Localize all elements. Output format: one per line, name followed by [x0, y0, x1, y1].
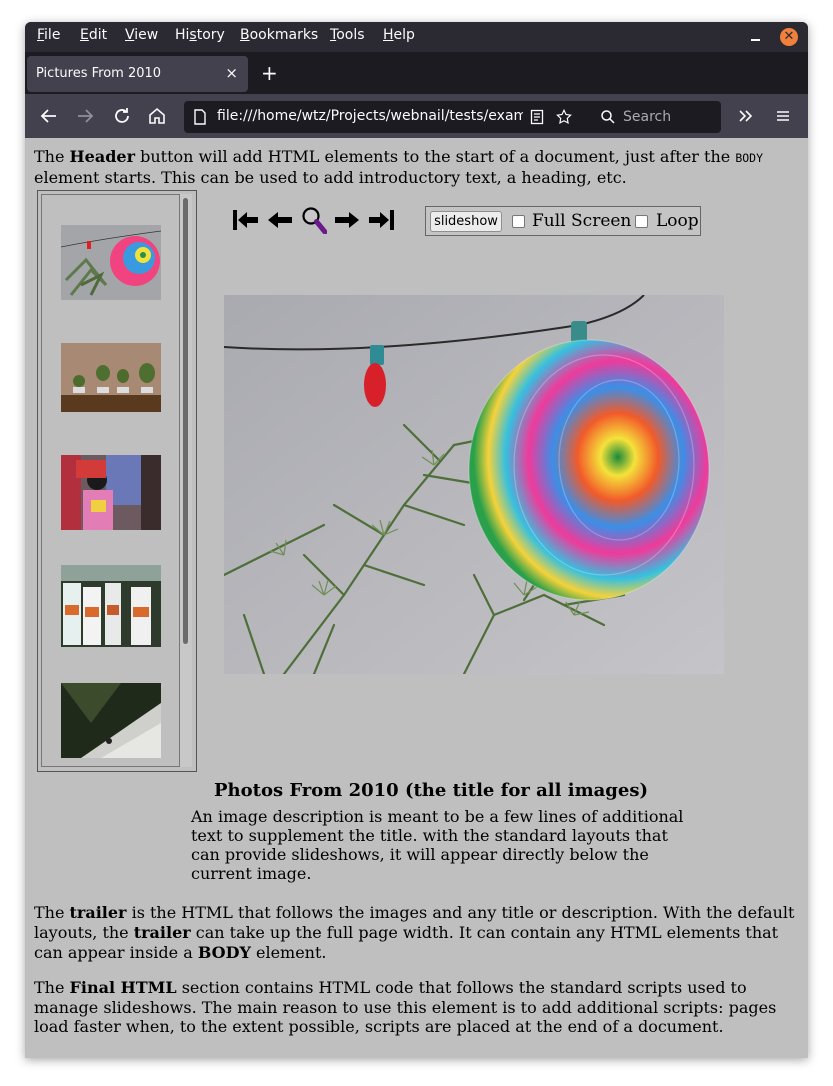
- thumbnail-panel: [37, 190, 197, 772]
- final-html-paragraph: The Final HTML section contains HTML cod…: [34, 978, 777, 1036]
- menu-bookmarks[interactable]: Bookmarks: [240, 27, 318, 43]
- hamburger-menu-icon[interactable]: [771, 104, 795, 128]
- fullscreen-label: Full Screen: [532, 211, 632, 231]
- forward-icon[interactable]: [73, 104, 97, 128]
- slideshow-controls: slideshow Full Screen Loop: [425, 206, 701, 236]
- thumbnail-dancers[interactable]: [61, 565, 161, 647]
- slideshow-button[interactable]: slideshow: [430, 211, 502, 232]
- thumbnail-lantern[interactable]: [61, 225, 161, 300]
- reload-icon[interactable]: [110, 104, 134, 128]
- thumbnail-list[interactable]: [41, 194, 180, 767]
- loop-checkbox[interactable]: [635, 215, 648, 228]
- header-paragraph: The Header button will add HTML elements…: [34, 147, 764, 187]
- menu-tools[interactable]: Tools: [330, 27, 365, 43]
- search-bar[interactable]: Search: [592, 101, 721, 133]
- overflow-chevron-icon[interactable]: [734, 104, 758, 128]
- image-title: Photos From 2010 (the title for all imag…: [214, 780, 648, 801]
- home-icon[interactable]: [145, 104, 169, 128]
- thumbnail-bonsai[interactable]: [61, 343, 161, 412]
- menu-help[interactable]: Help: [383, 27, 415, 43]
- thumbnail-scrollbar[interactable]: [180, 194, 192, 767]
- thumbnail-festival-child[interactable]: [61, 455, 161, 530]
- tab-pictures-2010[interactable]: Pictures From 2010 ×: [27, 56, 248, 92]
- page-content: The Header button will add HTML elements…: [25, 138, 808, 1058]
- tab-close-icon[interactable]: ×: [225, 64, 238, 82]
- bookmark-star-icon[interactable]: [555, 108, 573, 126]
- tab-title: Pictures From 2010: [36, 66, 162, 81]
- url-text[interactable]: file:///home/wtz/Projects/webnail/tests/…: [217, 108, 523, 124]
- loop-label: Loop: [656, 211, 699, 231]
- fullscreen-checkbox[interactable]: [512, 215, 525, 228]
- back-icon[interactable]: [37, 104, 61, 128]
- menu-edit[interactable]: Edit: [80, 27, 107, 43]
- minimize-icon[interactable]: [747, 26, 763, 46]
- main-image-lantern[interactable]: [224, 295, 724, 674]
- search-placeholder: Search: [623, 109, 672, 125]
- browser-window: File Edit View History Bookmarks Tools H…: [25, 22, 808, 1058]
- menu-history[interactable]: History: [175, 27, 225, 43]
- search-icon: [601, 110, 615, 124]
- menu-bar: File Edit View History Bookmarks Tools H…: [25, 22, 808, 52]
- first-image-icon[interactable]: [232, 208, 260, 232]
- previous-image-icon[interactable]: [267, 208, 293, 232]
- url-bar[interactable]: file:///home/wtz/Projects/webnail/tests/…: [184, 101, 602, 133]
- scrollbar-thumb[interactable]: [183, 198, 188, 644]
- page-icon: [194, 109, 206, 125]
- window-close-icon[interactable]: ✕: [780, 28, 798, 46]
- new-tab-button[interactable]: +: [261, 61, 278, 85]
- last-image-icon[interactable]: [367, 208, 395, 232]
- menu-view[interactable]: View: [125, 27, 158, 43]
- reader-view-icon[interactable]: [530, 109, 544, 125]
- trailer-paragraph: The trailer is the HTML that follows the…: [34, 903, 795, 962]
- menu-file[interactable]: File: [37, 27, 60, 43]
- zoom-magnifier-icon[interactable]: [301, 206, 327, 234]
- next-image-icon[interactable]: [334, 208, 360, 232]
- tab-strip: Pictures From 2010 × +: [25, 52, 808, 94]
- nav-bar: file:///home/wtz/Projects/webnail/tests/…: [25, 94, 808, 138]
- image-description: An image description is meant to be a fe…: [191, 807, 684, 883]
- thumbnail-forest-rock[interactable]: [61, 683, 161, 758]
